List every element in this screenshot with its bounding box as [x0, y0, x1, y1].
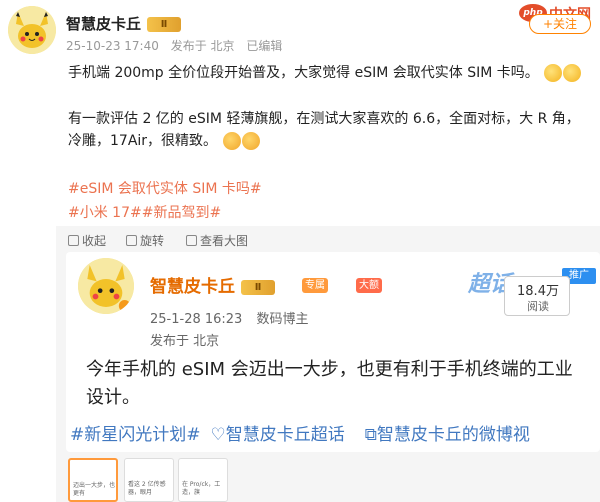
- thumbnail-strip: 迈出一大步，也更有 看这 2 亿传感器，眼月 在 Pro/ck，工造，旗: [66, 458, 366, 502]
- embedded-author-text: 智慧皮卡丘: [150, 277, 235, 297]
- read-count-box: 18.4万 阅读: [504, 276, 570, 316]
- collapse-action[interactable]: 收起: [68, 232, 106, 249]
- post-meta: 25-10-23 17:40 发布于 北京 已编辑: [66, 37, 290, 54]
- tag-exclusive: 专属: [302, 278, 328, 293]
- embedded-time: 25-1-28 16:23: [150, 312, 243, 327]
- emoji-praise-icon: [241, 132, 260, 150]
- vip-badge: Ⅱ: [147, 17, 182, 32]
- post-paragraph-1-text: 手机端 200mp 全价位段开始普及，大家觉得 eSIM 会取代实体 SIM 卡…: [68, 65, 539, 81]
- topic-link-1[interactable]: #eSIM 会取代实体 SIM 卡吗#: [68, 178, 262, 198]
- embedded-topic-2-text: 智慧皮卡丘超话: [225, 425, 345, 445]
- embedded-topic-3-text: 智慧皮卡丘的微博视: [376, 425, 530, 445]
- embedded-vip-badge: Ⅱ: [241, 279, 275, 295]
- tag-big: 大额: [356, 278, 382, 293]
- embedded-topic-2: ♡智慧皮卡丘超话: [210, 425, 345, 445]
- embedded-author-name: 智慧皮卡丘 Ⅱ: [150, 272, 275, 297]
- embedded-topics: #新星闪光计划# ♡智慧皮卡丘超话 ⧉智慧皮卡丘的微博视: [70, 420, 596, 445]
- collapse-label: 收起: [82, 234, 107, 248]
- embedded-author-avatar: [78, 258, 134, 314]
- read-count: 18.4万: [517, 284, 559, 299]
- follow-button[interactable]: +关注: [529, 14, 591, 34]
- embedded-role: 数码博主: [256, 312, 309, 327]
- collapse-icon: [68, 235, 79, 246]
- rotate-label: 旋转: [140, 234, 165, 248]
- pikachu-avatar-icon: [8, 6, 56, 54]
- emoji-praise-icon: [222, 132, 241, 150]
- read-label: 阅读: [527, 300, 549, 313]
- emoji-smile-icon: [544, 64, 563, 82]
- thumbnail-3-text: 在 Pro/ck，工造，旗: [182, 481, 221, 496]
- post-source: 发布于 北京: [170, 39, 235, 53]
- thumbnail-1-text: 迈出一大步，也更有: [73, 482, 116, 497]
- embedded-post-text: 今年手机的 eSIM 会迈出一大步，也更有利于手机终端的工业设计。: [86, 359, 573, 408]
- embedded-source: 发布于 北京: [150, 334, 220, 349]
- embedded-topic-1: #新星闪光计划#: [70, 425, 201, 445]
- rotate-icon: [126, 235, 137, 246]
- post-paragraph-2: 有一款评估 2 亿的 eSIM 轻薄旗舰，在测试大家喜欢的 6.6，全面对标，大…: [68, 108, 588, 152]
- rotate-action[interactable]: 旋转: [126, 232, 164, 249]
- topic-link-2[interactable]: #小米 17##新品驾到#: [68, 202, 221, 222]
- zoom-icon: [186, 235, 197, 246]
- view-large-label: 查看大图: [200, 234, 249, 248]
- author-name[interactable]: 智慧皮卡丘 Ⅱ: [66, 13, 182, 34]
- embedded-meta: 25-1-28 16:23 数码博主: [150, 308, 319, 327]
- post-time[interactable]: 25-10-23 17:40: [66, 39, 159, 53]
- author-name-text: 智慧皮卡丘: [66, 15, 142, 33]
- author-avatar[interactable]: [8, 6, 56, 54]
- post-paragraph-2-text: 有一款评估 2 亿的 eSIM 轻薄旗舰，在测试大家喜欢的 6.6，全面对标，大…: [68, 111, 580, 149]
- post-paragraph-1: 手机端 200mp 全价位段开始普及，大家觉得 eSIM 会取代实体 SIM 卡…: [68, 62, 588, 84]
- pikachu-avatar-icon: [78, 258, 134, 314]
- thumbnail-1[interactable]: 迈出一大步，也更有: [68, 458, 118, 502]
- post-edited[interactable]: 已编辑: [246, 39, 282, 53]
- thumbnail-2[interactable]: 看这 2 亿传感器，眼月: [124, 458, 174, 502]
- view-large-action[interactable]: 查看大图: [186, 232, 248, 249]
- embedded-topic-3: ⧉智慧皮卡丘的微博视: [364, 425, 530, 445]
- weibo-post: 智慧皮卡丘Ⅱ 25-10-23 17:40 发布于 北京 已编辑 php 中文网…: [0, 0, 600, 226]
- thumbnail-3[interactable]: 在 Pro/ck，工造，旗: [178, 458, 228, 502]
- thumbnail-2-text: 看这 2 亿传感器，眼月: [128, 481, 166, 496]
- emoji-smile-icon: [563, 64, 582, 82]
